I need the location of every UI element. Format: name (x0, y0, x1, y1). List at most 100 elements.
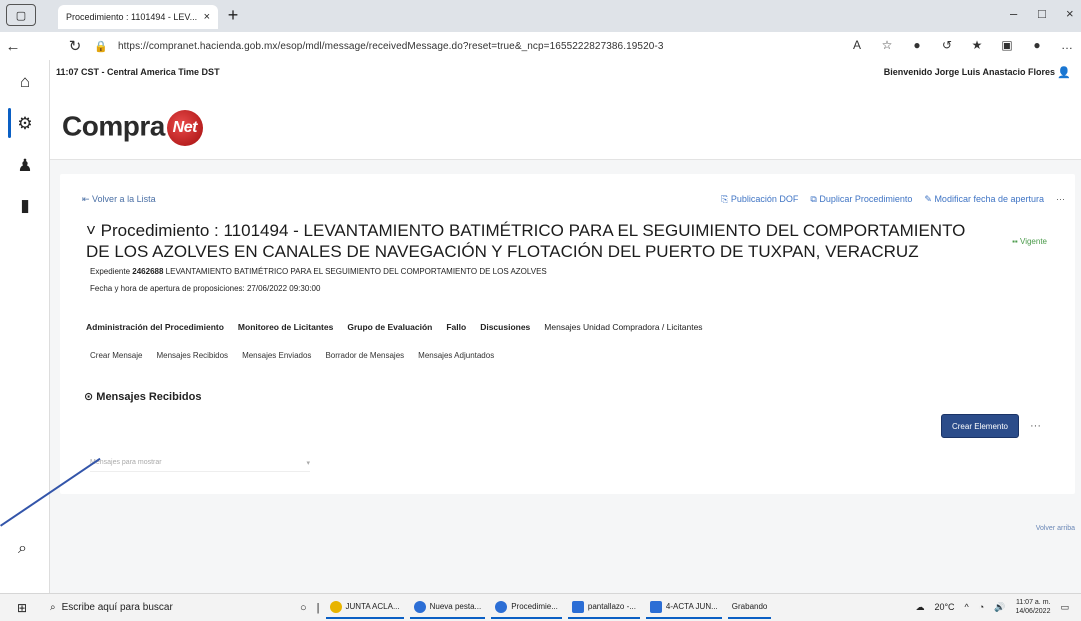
back-to-list-link[interactable]: ⇤ Volver a la Lista (82, 194, 156, 205)
left-rail: ⌂ ⚙ ♟ ▮ (0, 60, 50, 593)
taskbar-item-acta[interactable]: 4-ACTA JUN... (645, 597, 722, 619)
fecha-apertura: Fecha y hora de apertura de proposicione… (90, 284, 321, 293)
read-aloud-icon[interactable]: A (849, 38, 865, 52)
top-strip: 11:07 CST - Central America Time DST Bie… (50, 60, 1081, 84)
list-more-button[interactable]: ··· (1030, 420, 1041, 432)
modificar-label: Modificar fecha de apertura (934, 194, 1044, 204)
cortana-icon[interactable]: ○ (300, 602, 307, 614)
word-icon (571, 600, 584, 613)
collections-icon[interactable]: ▣ (999, 38, 1015, 52)
expediente-number[interactable]: 2462688 (132, 267, 163, 276)
system-tray: ☁ 20°C ^ ◔ 🔊 11:07 a. m. 14/06/2022 ▭ (915, 598, 1069, 616)
notifications-icon[interactable]: ▭ (1060, 602, 1069, 613)
tab-administracion[interactable]: Administración del Procedimiento (86, 322, 224, 332)
subtab-mensajes-recibidos[interactable]: Mensajes Recibidos (156, 351, 228, 360)
taskbar-item-grabando[interactable]: Grabando (727, 597, 772, 619)
crear-elemento-button[interactable]: Crear Elemento (941, 414, 1019, 438)
home-icon[interactable]: ⌂ (14, 72, 36, 94)
subtab-borrador[interactable]: Borrador de Mensajes (325, 351, 404, 360)
profile-icon[interactable]: ● (1029, 38, 1045, 52)
volume-icon[interactable]: 🔊 (994, 602, 1005, 613)
clock-time: 11:07 a. m. (1015, 599, 1051, 606)
taskbar-item-nueva[interactable]: Nueva pesta... (409, 597, 486, 619)
folder-icon (329, 600, 342, 613)
messages-filter-select[interactable]: Mensajes para mostrar ▾ (90, 454, 310, 472)
procedure-title: ˅ Procedimiento : 1101494 - LEVANTAMIENT… (86, 220, 966, 262)
address-bar: ← ↻ 🔒 https://compranet.hacienda.gob.mx/… (0, 32, 1081, 60)
close-window-button[interactable]: × (1066, 6, 1074, 21)
main-tabs: Administración del Procedimiento Monitor… (86, 322, 703, 332)
publicacion-dof-button[interactable]: ⎘ Publicación DOF (721, 194, 798, 205)
section-heading-text: Mensajes Recibidos (96, 391, 202, 403)
task-view-icon[interactable]: | (317, 602, 320, 614)
taskbar-search[interactable]: ⌕ Escribe aquí para buscar (50, 597, 290, 619)
documents-icon[interactable]: ▮ (14, 196, 36, 218)
word-icon (649, 600, 662, 613)
back-arrow-icon[interactable]: ← (0, 38, 26, 55)
modificar-fecha-button[interactable]: ✎ Modificar fecha de apertura (924, 194, 1044, 205)
refresh-extension-icon[interactable]: ↺ (939, 38, 955, 52)
windows-start-icon[interactable]: ⊞ (8, 601, 36, 615)
section-heading: ⊙ Mensajes Recibidos (84, 390, 201, 403)
maximize-button[interactable]: □ (1038, 6, 1046, 21)
compranet-logo[interactable]: Compra Net (62, 110, 203, 146)
favorite-icon[interactable]: ☆ (879, 38, 895, 52)
logo-text: Compra (62, 110, 165, 142)
welcome-label: Bienvenido Jorge Luis Anastacio Flores (883, 67, 1055, 77)
actions-more-button[interactable]: ··· (1056, 194, 1065, 205)
tab-mensajes[interactable]: Mensajes Unidad Compradora / Licitantes (544, 322, 702, 332)
sidebar-search-icon[interactable]: ⌕ (18, 540, 27, 558)
tray-expand-icon[interactable]: ^ (965, 602, 969, 612)
tab-grupo-evaluacion[interactable]: Grupo de Evaluación (347, 322, 432, 332)
subtab-adjuntados[interactable]: Mensajes Adjuntados (418, 351, 494, 360)
duplicar-button[interactable]: ⧉ Duplicar Procedimiento (810, 194, 912, 205)
tab-monitoreo[interactable]: Monitoreo de Licitantes (238, 322, 333, 332)
taskbar-item-junta[interactable]: JUNTA ACLA... (325, 597, 404, 619)
subtab-crear-mensaje[interactable]: Crear Mensaje (90, 351, 142, 360)
taskbar-item-pantallazo[interactable]: pantallazo -... (567, 597, 640, 619)
weather-icon[interactable]: ☁ (915, 602, 924, 613)
edge-icon (413, 600, 426, 613)
extension-icon[interactable]: ● (909, 38, 925, 52)
clock-date: 14/06/2022 (1015, 608, 1051, 615)
network-icon[interactable]: ⚙ (14, 114, 36, 136)
refresh-icon[interactable]: ↻ (62, 37, 88, 55)
volver-arriba-link[interactable]: Volver arriba (1036, 525, 1075, 532)
user-icon[interactable]: 👤 (1057, 66, 1071, 79)
temperature[interactable]: 20°C (934, 602, 954, 612)
browser-tab-bar: ▢ Procedimiento : 1101494 - LEV... × + –… (0, 0, 1081, 32)
expediente-line: Expediente 2462688 LEVANTAMIENTO BATIMÉT… (90, 267, 547, 276)
collapse-caret-icon[interactable]: ˅ (86, 221, 101, 240)
duplicate-icon: ⧉ (810, 194, 820, 204)
browser-tab[interactable]: Procedimiento : 1101494 - LEV... × (58, 5, 218, 29)
taskbar-item-procedimiento[interactable]: Procedimie... (491, 597, 562, 619)
minimize-button[interactable]: – (1010, 6, 1017, 21)
publicacion-label: Publicación DOF (730, 194, 799, 204)
status-label: Vigente (1020, 237, 1047, 246)
people-icon[interactable]: ♟ (14, 156, 36, 178)
back-link-label: Volver a la Lista (92, 194, 156, 204)
tab-actions-button[interactable]: ▢ (6, 4, 36, 26)
search-icon: ⌕ (50, 602, 56, 613)
taskbar-item-label: pantallazo -... (587, 602, 636, 611)
tab-close-icon[interactable]: × (204, 11, 210, 23)
time-zone-label: 11:07 CST - Central America Time DST (56, 67, 220, 77)
taskbar-item-label: JUNTA ACLA... (345, 602, 400, 611)
tab-discusiones[interactable]: Discusiones (480, 322, 530, 332)
new-tab-button[interactable]: + (223, 4, 243, 26)
more-menu-icon[interactable]: … (1059, 38, 1075, 52)
taskbar-search-placeholder: Escribe aquí para buscar (61, 602, 173, 613)
url-field[interactable]: https://compranet.hacienda.gob.mx/esop/m… (118, 41, 664, 52)
edit-icon: ✎ (924, 194, 935, 204)
tab-fallo[interactable]: Fallo (446, 322, 466, 332)
favorites-bar-icon[interactable]: ★ (969, 38, 985, 52)
page-content: 11:07 CST - Central America Time DST Bie… (50, 60, 1081, 593)
clock[interactable]: 11:07 a. m. 14/06/2022 (1015, 598, 1050, 616)
sub-tabs: Crear Mensaje Mensajes Recibidos Mensaje… (90, 351, 494, 360)
procedure-actions: ⎘ Publicación DOF ⧉ Duplicar Procedimien… (721, 194, 1065, 205)
wifi-icon[interactable]: ◔ (979, 602, 984, 612)
taskbar: ⊞ ⌕ Escribe aquí para buscar ○ | JUNTA A… (0, 593, 1081, 621)
taskbar-item-label: 4-ACTA JUN... (665, 602, 718, 611)
subtab-mensajes-enviados[interactable]: Mensajes Enviados (242, 351, 311, 360)
lock-icon[interactable]: 🔒 (94, 40, 108, 53)
